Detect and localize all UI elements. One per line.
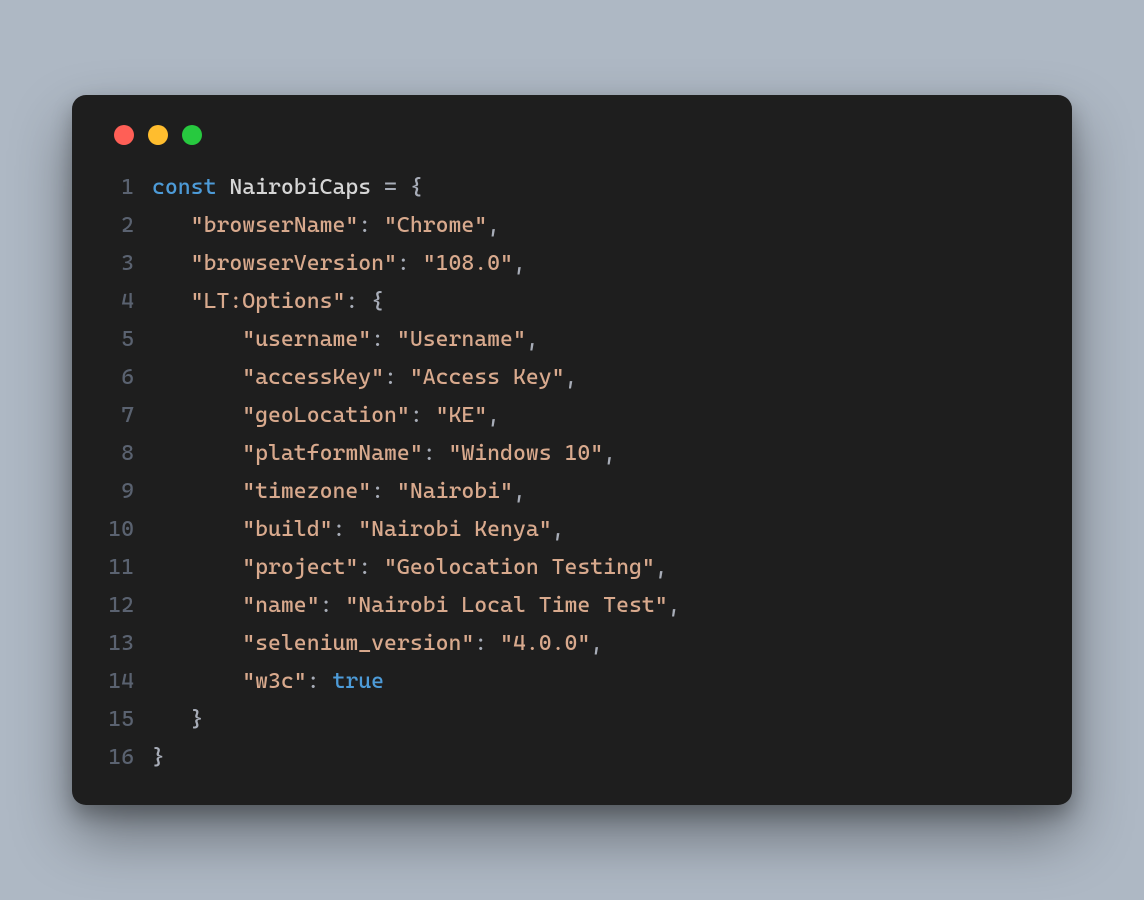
line-number: 8	[106, 435, 152, 473]
code-content: }	[152, 701, 1038, 739]
line-number: 10	[106, 511, 152, 549]
code-line: 3 "browserVersion": "108.0",	[106, 245, 1038, 283]
code-line: 5 "username": "Username",	[106, 321, 1038, 359]
key-string: "accessKey"	[242, 365, 384, 390]
code-line: 6 "accessKey": "Access Key",	[106, 359, 1038, 397]
code-line: 16}	[106, 739, 1038, 777]
value-string: "KE"	[436, 403, 488, 428]
code-content: "accessKey": "Access Key",	[152, 359, 1038, 397]
line-number: 4	[106, 283, 152, 321]
line-number: 7	[106, 397, 152, 435]
line-number: 1	[106, 169, 152, 207]
line-number: 2	[106, 207, 152, 245]
code-content: "browserName": "Chrome",	[152, 207, 1038, 245]
keyword: const	[152, 175, 216, 200]
value-string: "Access Key"	[410, 365, 565, 390]
code-line: 2 "browserName": "Chrome",	[106, 207, 1038, 245]
value-string: "Geolocation Testing"	[384, 555, 655, 580]
code-line: 4 "LT:Options": {	[106, 283, 1038, 321]
key-string: "geoLocation"	[242, 403, 410, 428]
code-content: "selenium_version": "4.0.0",	[152, 625, 1038, 663]
code-window: 1const NairobiCaps = {2 "browserName": "…	[72, 95, 1072, 805]
code-content: "LT:Options": {	[152, 283, 1038, 321]
line-number: 6	[106, 359, 152, 397]
line-number: 16	[106, 739, 152, 777]
value-string: "Nairobi Local Time Test"	[345, 593, 667, 618]
value-string: "Chrome"	[384, 213, 487, 238]
key-string: "selenium_version"	[242, 631, 474, 656]
line-number: 15	[106, 701, 152, 739]
code-content: "platformName": "Windows 10",	[152, 435, 1038, 473]
code-line: 15 }	[106, 701, 1038, 739]
key-string: "username"	[242, 327, 371, 352]
code-block: 1const NairobiCaps = {2 "browserName": "…	[72, 169, 1072, 777]
value-string: "Windows 10"	[448, 441, 603, 466]
code-line: 13 "selenium_version": "4.0.0",	[106, 625, 1038, 663]
zoom-icon[interactable]	[182, 125, 202, 145]
line-number: 3	[106, 245, 152, 283]
identifier: NairobiCaps	[229, 175, 371, 200]
key-string: "LT:Options"	[191, 289, 346, 314]
key-string: "build"	[242, 517, 332, 542]
key-string: "browserVersion"	[191, 251, 397, 276]
minimize-icon[interactable]	[148, 125, 168, 145]
code-content: "build": "Nairobi Kenya",	[152, 511, 1038, 549]
code-line: 14 "w3c": true	[106, 663, 1038, 701]
value-string: "4.0.0"	[500, 631, 590, 656]
value-bool: true	[332, 669, 384, 694]
code-line: 8 "platformName": "Windows 10",	[106, 435, 1038, 473]
code-line: 1const NairobiCaps = {	[106, 169, 1038, 207]
code-line: 10 "build": "Nairobi Kenya",	[106, 511, 1038, 549]
code-content: const NairobiCaps = {	[152, 169, 1038, 207]
key-string: "timezone"	[242, 479, 371, 504]
value-string: "108.0"	[423, 251, 513, 276]
line-number: 11	[106, 549, 152, 587]
line-number: 9	[106, 473, 152, 511]
value-string: "Username"	[397, 327, 526, 352]
key-string: "browserName"	[191, 213, 359, 238]
code-content: "browserVersion": "108.0",	[152, 245, 1038, 283]
code-line: 11 "project": "Geolocation Testing",	[106, 549, 1038, 587]
code-content: "name": "Nairobi Local Time Test",	[152, 587, 1038, 625]
code-line: 12 "name": "Nairobi Local Time Test",	[106, 587, 1038, 625]
line-number: 13	[106, 625, 152, 663]
code-line: 9 "timezone": "Nairobi",	[106, 473, 1038, 511]
window-titlebar	[72, 95, 1072, 169]
key-string: "project"	[242, 555, 358, 580]
code-content: "w3c": true	[152, 663, 1038, 701]
line-number: 5	[106, 321, 152, 359]
code-content: }	[152, 739, 1038, 777]
line-number: 14	[106, 663, 152, 701]
code-content: "timezone": "Nairobi",	[152, 473, 1038, 511]
key-string: "w3c"	[242, 669, 306, 694]
key-string: "name"	[242, 593, 319, 618]
code-content: "geoLocation": "KE",	[152, 397, 1038, 435]
value-string: "Nairobi Kenya"	[358, 517, 551, 542]
code-line: 7 "geoLocation": "KE",	[106, 397, 1038, 435]
key-string: "platformName"	[242, 441, 422, 466]
code-content: "project": "Geolocation Testing",	[152, 549, 1038, 587]
close-icon[interactable]	[114, 125, 134, 145]
code-content: "username": "Username",	[152, 321, 1038, 359]
line-number: 12	[106, 587, 152, 625]
value-string: "Nairobi"	[397, 479, 513, 504]
